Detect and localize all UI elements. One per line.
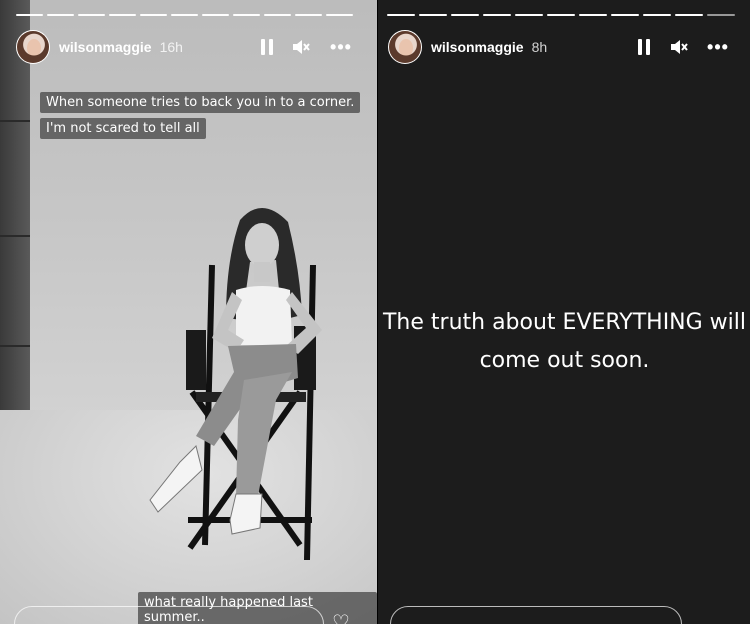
story-header: wilsonmaggie 8h xyxy=(388,30,547,64)
more-options-button[interactable]: ••• xyxy=(707,36,729,58)
timestamp: 16h xyxy=(159,39,183,55)
mute-button[interactable] xyxy=(668,36,690,58)
timestamp: 8h xyxy=(531,39,548,55)
speaker-muted-icon xyxy=(293,40,310,54)
reply-input[interactable] xyxy=(14,606,324,624)
story-panel-right[interactable]: wilsonmaggie 8h ••• The truth about EVER… xyxy=(377,0,750,624)
story-header: wilsonmaggie 16h xyxy=(16,30,183,64)
pause-icon xyxy=(261,39,273,55)
more-options-icon: ••• xyxy=(707,37,729,57)
pause-button[interactable] xyxy=(633,36,655,58)
pause-button[interactable] xyxy=(256,36,278,58)
caption-line-1: When someone tries to back you in to a c… xyxy=(40,92,361,113)
speaker-muted-icon xyxy=(671,40,688,54)
more-options-icon: ••• xyxy=(330,37,352,57)
more-options-button[interactable]: ••• xyxy=(330,36,352,58)
user-avatar[interactable] xyxy=(16,30,50,64)
story-text-line-1: The truth about EVERYTHING will xyxy=(382,310,747,335)
story-progress-bar xyxy=(387,14,735,16)
story-text-line-2: come out soon. xyxy=(479,348,650,373)
mute-button[interactable] xyxy=(290,36,312,58)
heart-icon[interactable]: ♡ xyxy=(332,613,354,624)
username[interactable]: wilsonmaggie xyxy=(431,39,524,55)
caption-line-2: I'm not scared to tell all xyxy=(40,118,206,139)
story-progress-bar xyxy=(16,14,353,16)
username[interactable]: wilsonmaggie xyxy=(59,39,152,55)
story-text: The truth about EVERYTHING will come out… xyxy=(378,304,750,380)
reply-input[interactable] xyxy=(390,606,682,624)
story-panel-left[interactable]: wilsonmaggie 16h ••• When someone tries … xyxy=(0,0,377,624)
pause-icon xyxy=(638,39,650,55)
user-avatar[interactable] xyxy=(388,30,422,64)
